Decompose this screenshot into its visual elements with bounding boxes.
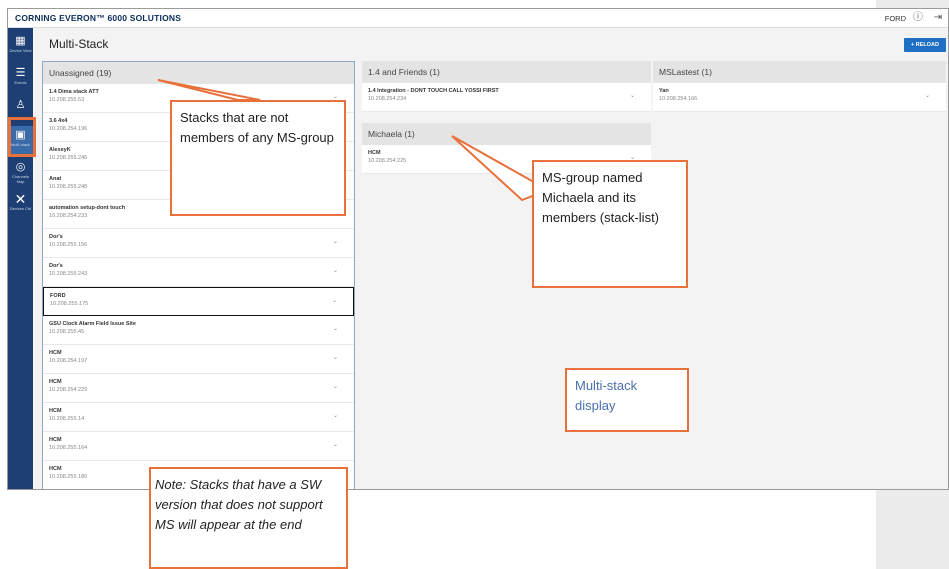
- stack-name: Dor's: [49, 234, 63, 240]
- user-icon: ♙: [15, 99, 26, 111]
- chevron-down-icon[interactable]: ⌄: [332, 297, 337, 304]
- chevron-down-icon[interactable]: ⌄: [333, 238, 338, 245]
- stack-ip: 10.208.254.234: [368, 96, 407, 102]
- sidebar-item-label: Device View: [9, 48, 32, 53]
- info-icon[interactable]: ⓘ: [912, 12, 924, 24]
- grid-icon: ▦: [15, 35, 26, 47]
- stack-item[interactable]: Dor's 10.208.255.243 ⌄: [43, 258, 354, 287]
- stack-ip: 10.208.254.197: [49, 358, 88, 364]
- stack-name: GSU Clock Alarm Field Issue Site: [49, 321, 136, 327]
- stack-name: HCM: [49, 437, 62, 443]
- stack-ip: 10.208.254.166: [659, 96, 698, 102]
- stack-ip: 10.208.255.243: [49, 271, 88, 277]
- stack-ip: 10.208.255.45: [49, 329, 85, 335]
- stack-item[interactable]: HCM 10.208.255.14 ⌄: [43, 403, 354, 432]
- sidebar-item-label: Events: [14, 80, 27, 85]
- unassigned-header: Unassigned (19): [43, 62, 354, 84]
- sidebar-item-channels-map[interactable]: ◎ Channels Map: [8, 158, 33, 188]
- mslastest-header: MSLastest (1): [653, 61, 946, 83]
- friends-column: 1.4 and Friends (1) 1.4 Integration - DO…: [362, 61, 651, 112]
- list-icon: ☰: [15, 67, 26, 79]
- sidebar-item-label: Devices Ctrl: [9, 206, 32, 211]
- reload-button[interactable]: + RELOAD: [904, 38, 946, 52]
- michaela-header: Michaela (1): [362, 123, 651, 145]
- stack-ip: 10.208.255.14: [49, 416, 85, 422]
- page: CORNING EVERON™ 6000 SOLUTIONS FORD ⓘ ⇥ …: [0, 0, 949, 569]
- stack-item[interactable]: GSU Clock Alarm Field Issue Site 10.208.2…: [43, 316, 354, 345]
- stack-item[interactable]: Dor's 10.208.255.156 ⌄: [43, 229, 354, 258]
- sidebar-item-device-view[interactable]: ▦ Device View: [8, 32, 33, 62]
- sidebar-item-events[interactable]: ☰ Events: [8, 64, 33, 94]
- top-bar: CORNING EVERON™ 6000 SOLUTIONS FORD ⓘ ⇥: [8, 9, 948, 28]
- sidebar-item-devices-ctrl[interactable]: ✕ Devices Ctrl: [8, 190, 33, 220]
- stack-item[interactable]: HCM 10.208.254.229 ⌄: [43, 374, 354, 403]
- page-title: Multi-Stack: [49, 37, 109, 51]
- chevron-down-icon[interactable]: ⌄: [333, 267, 338, 274]
- sidebar-item-label: Channels Map: [12, 174, 29, 184]
- callout-ms-group: MS-group named Michaela and its members …: [532, 160, 688, 288]
- stack-item[interactable]: HCM 10.208.254.197 ⌄: [43, 345, 354, 374]
- brand-logo: CORNING EVERON™ 6000 SOLUTIONS: [15, 13, 182, 23]
- channels-icon: ◎: [15, 161, 26, 173]
- multistack-highlight: [8, 117, 36, 157]
- callout-display: Multi-stack display: [565, 368, 689, 432]
- stack-item[interactable]: Yan 10.208.254.166 ⌄: [653, 83, 946, 112]
- stack-name: HCM: [368, 150, 381, 156]
- chevron-down-icon[interactable]: ⌄: [333, 325, 338, 332]
- stack-name: Dor's: [49, 263, 63, 269]
- chevron-down-icon[interactable]: ⌄: [333, 412, 338, 419]
- stack-ip: 10.208.254.229: [49, 387, 88, 393]
- stack-ip: 10.208.255.156: [49, 242, 88, 248]
- callout-unassigned: Stacks that are not members of any MS-gr…: [170, 100, 346, 216]
- stack-item[interactable]: HCM 10.208.255.164 ⌄: [43, 432, 354, 461]
- chevron-down-icon[interactable]: ⌄: [630, 92, 635, 99]
- chevron-down-icon[interactable]: ⌄: [333, 383, 338, 390]
- friends-header: 1.4 and Friends (1): [362, 61, 651, 83]
- stack-item-selected[interactable]: FORD 10.208.255.175 ⌄: [43, 287, 354, 316]
- stack-name: HCM: [49, 379, 62, 385]
- stack-item[interactable]: 1.4 Integration - DONT TOUCH CALL YOSSI …: [362, 83, 651, 112]
- stack-ip: 10.208.255.164: [49, 445, 88, 451]
- callout-note: Note: Stacks that have a SW version that…: [149, 467, 348, 569]
- mslastest-column: MSLastest (1) Yan 10.208.254.166 ⌄: [653, 61, 946, 112]
- chevron-down-icon[interactable]: ⌄: [925, 92, 930, 99]
- current-user[interactable]: FORD: [885, 14, 906, 23]
- logout-icon[interactable]: ⇥: [932, 12, 944, 24]
- stack-ip: 10.208.255.175: [50, 301, 89, 307]
- stack-name: 1.4 Integration - DONT TOUCH CALL YOSSI …: [368, 88, 499, 94]
- stack-name: FORD: [50, 293, 66, 299]
- sidebar: ▦ Device View ☰ Events ♙ ▣ Multi-stack ◎…: [8, 28, 33, 489]
- tools-icon: ✕: [14, 191, 27, 207]
- stack-name: HCM: [49, 350, 62, 356]
- chevron-down-icon[interactable]: ⌄: [333, 354, 338, 361]
- chevron-down-icon[interactable]: ⌄: [333, 441, 338, 448]
- stack-name: HCM: [49, 408, 62, 414]
- stack-name: 1.4 Dima stack ATT: [49, 89, 99, 95]
- chevron-down-icon[interactable]: ⌄: [333, 93, 338, 100]
- stack-name: Yan: [659, 88, 669, 94]
- app-screenshot: CORNING EVERON™ 6000 SOLUTIONS FORD ⓘ ⇥ …: [7, 8, 949, 490]
